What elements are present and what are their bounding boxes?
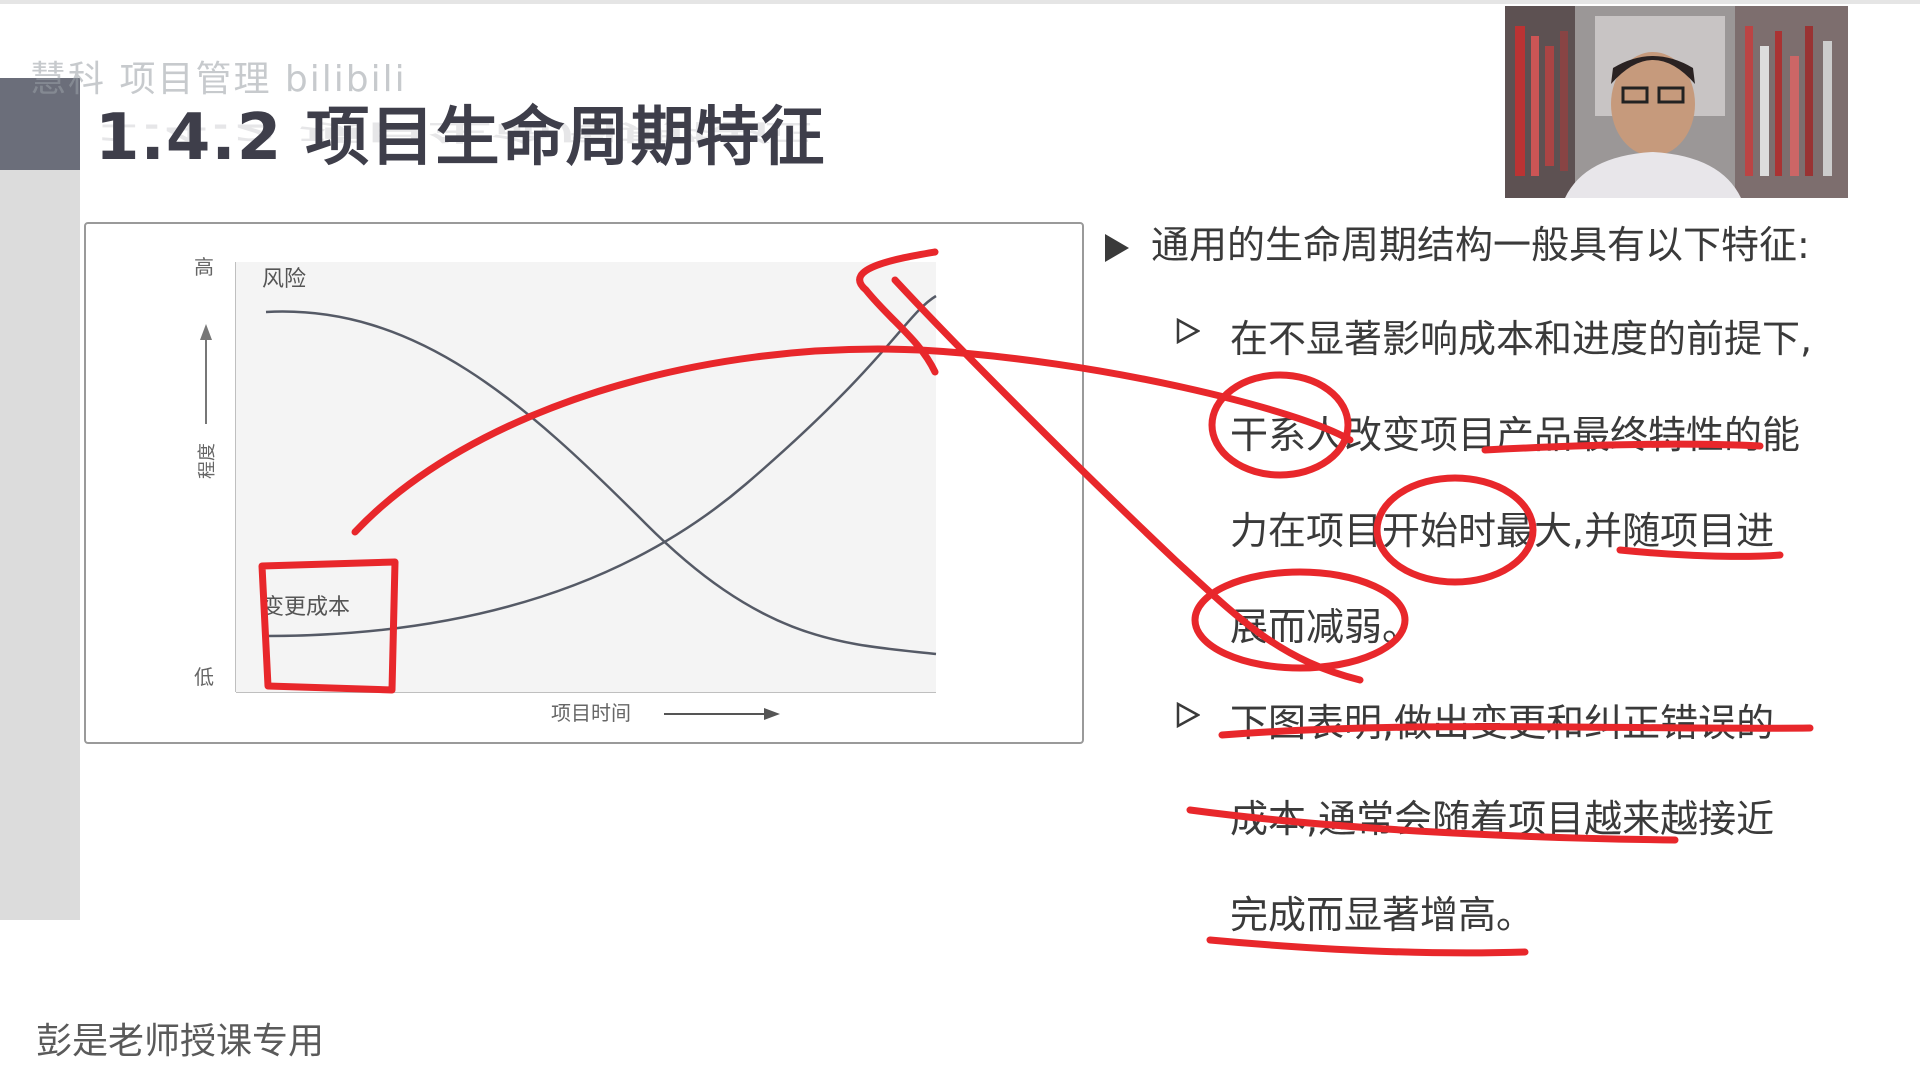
sub1-line-1: 在不显著影响成本和进度的前提下, xyxy=(1230,317,1813,361)
slide-side-bar xyxy=(0,170,80,920)
lifecycle-chart-frame: 高 低 程度 项目时间 风险 变更成本 xyxy=(84,222,1084,744)
y-high-label: 高 xyxy=(194,255,214,279)
hollow-triangle-icon xyxy=(1176,702,1200,728)
sub2-line-2: 成本,通常会随着项目越来越接近 xyxy=(1230,797,1775,841)
plot-area xyxy=(236,262,936,692)
main-bullet: 通用的生命周期结构一般具有以下特征: xyxy=(1105,214,1810,269)
x-arrow-head xyxy=(764,708,780,720)
y-low-label: 低 xyxy=(194,665,214,689)
hollow-triangle-icon xyxy=(1176,318,1200,344)
presenter-webcam xyxy=(1505,6,1848,198)
main-bullet-text: 通用的生命周期结构一般具有以下特征: xyxy=(1151,223,1810,267)
y-axis-label: 程度 xyxy=(197,443,218,479)
x-axis-label: 项目时间 xyxy=(551,701,631,725)
sub1-line-4: 展而减弱。 xyxy=(1230,605,1421,649)
filled-triangle-icon xyxy=(1105,233,1129,262)
sub2-line-3: 完成而显著增高。 xyxy=(1230,893,1535,937)
top-border xyxy=(0,0,1920,4)
underline-5 xyxy=(1206,936,1529,957)
sub1-line-2: 干系人改变项目产品最终特性的能 xyxy=(1230,413,1801,457)
sub1-line-3: 力在项目开始时最大,并随项目进 xyxy=(1230,509,1775,553)
slide-title-reflection: 1.4.2 项目生命周期特征 xyxy=(95,118,812,145)
lifecycle-chart: 高 低 程度 项目时间 风险 变更成本 xyxy=(194,255,937,725)
presenter-video-frame xyxy=(1505,6,1848,198)
risk-label: 风险 xyxy=(262,267,306,292)
footer-watermark: 彭是老师授课专用 xyxy=(36,1021,325,1062)
change-cost-label: 变更成本 xyxy=(262,595,350,620)
sub2-line-1: 下图表明,做出变更和纠正错误的 xyxy=(1230,701,1775,745)
y-arrow-head xyxy=(200,324,212,340)
